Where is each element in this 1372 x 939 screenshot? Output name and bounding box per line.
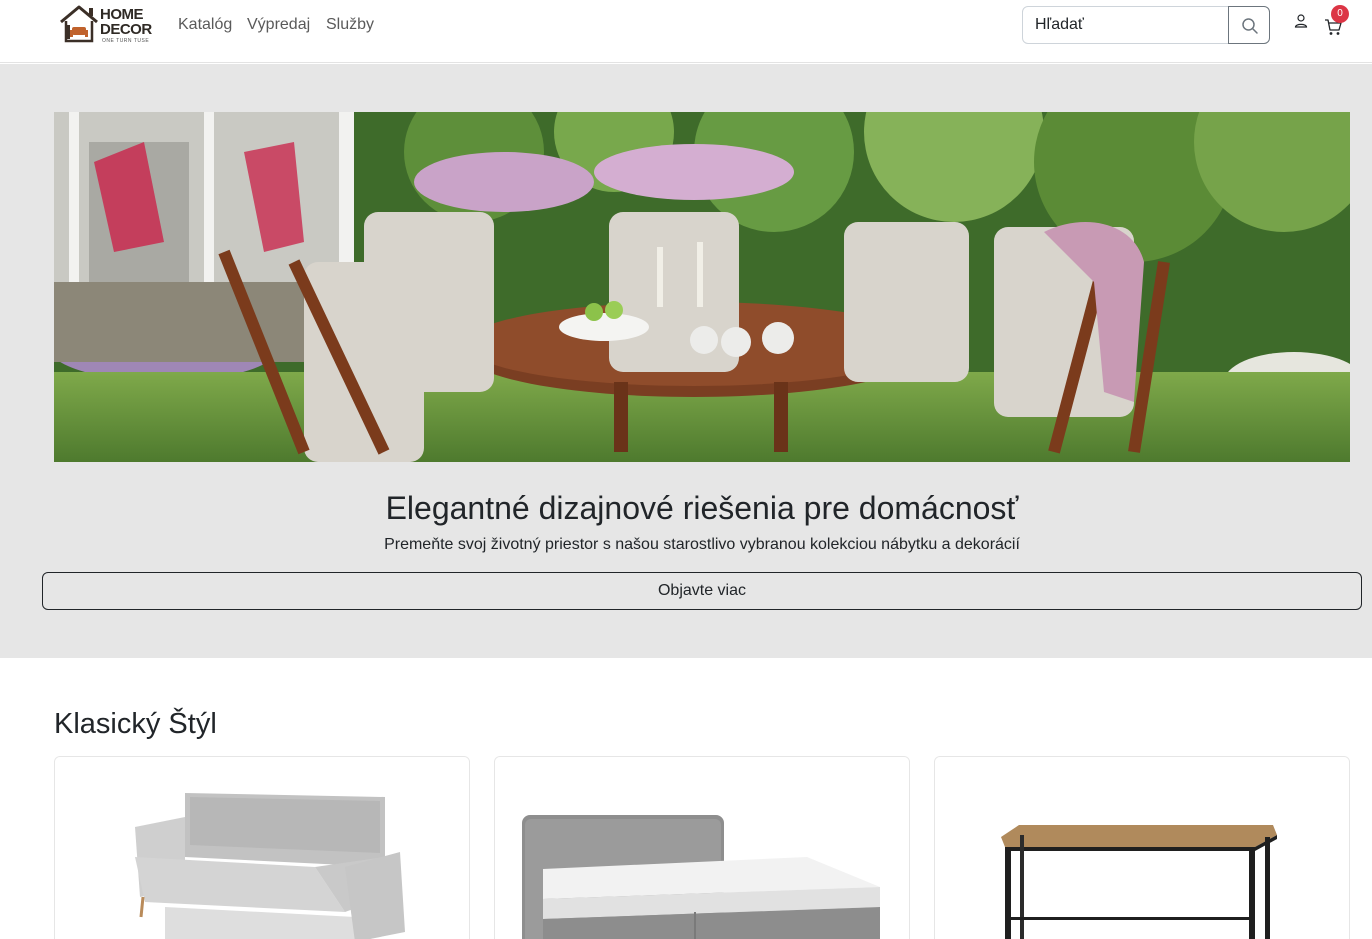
user-icon[interactable] bbox=[1293, 13, 1309, 29]
nav-link-katalog[interactable]: Katalóg bbox=[178, 15, 232, 35]
nav-link-vypredaj[interactable]: Výpredaj bbox=[247, 15, 310, 35]
discover-more-button[interactable]: Objavte viac bbox=[42, 572, 1362, 610]
nav-link-sluzby[interactable]: Služby bbox=[326, 15, 374, 35]
hero-subtitle: Premeňte svoj životný priestor s našou s… bbox=[384, 536, 1020, 553]
product-card-sofa[interactable] bbox=[54, 756, 470, 939]
search-icon bbox=[1242, 18, 1258, 34]
brand-tagline: ONE TURN TUSE bbox=[102, 38, 150, 44]
brand-name-line1: HOME bbox=[100, 6, 144, 23]
product-image-bed bbox=[495, 757, 909, 939]
hero-section: Elegantné dizajnové riešenia pre domácno… bbox=[0, 64, 1372, 658]
brand-logo[interactable]: HOME DECOR ONE TURN TUSE bbox=[58, 3, 152, 45]
hero-image-garden-furniture bbox=[54, 112, 1350, 462]
product-image-table bbox=[935, 757, 1349, 939]
navbar: HOME DECOR ONE TURN TUSE Katalóg Výpreda… bbox=[0, 0, 1372, 63]
search-button[interactable] bbox=[1228, 6, 1270, 44]
product-card-bed[interactable] bbox=[494, 756, 910, 939]
product-image-sofa bbox=[55, 757, 469, 939]
cart-count-badge: 0 bbox=[1331, 5, 1349, 23]
brand-name-line2: DECOR bbox=[100, 21, 152, 38]
house-logo-icon bbox=[60, 5, 98, 43]
hero-title: Elegantné dizajnové riešenia pre domácno… bbox=[385, 490, 1019, 526]
section-title: Klasický Štýl bbox=[54, 708, 217, 740]
product-card-table[interactable] bbox=[934, 756, 1350, 939]
search-input[interactable] bbox=[1022, 6, 1229, 44]
search-form bbox=[1022, 6, 1270, 44]
